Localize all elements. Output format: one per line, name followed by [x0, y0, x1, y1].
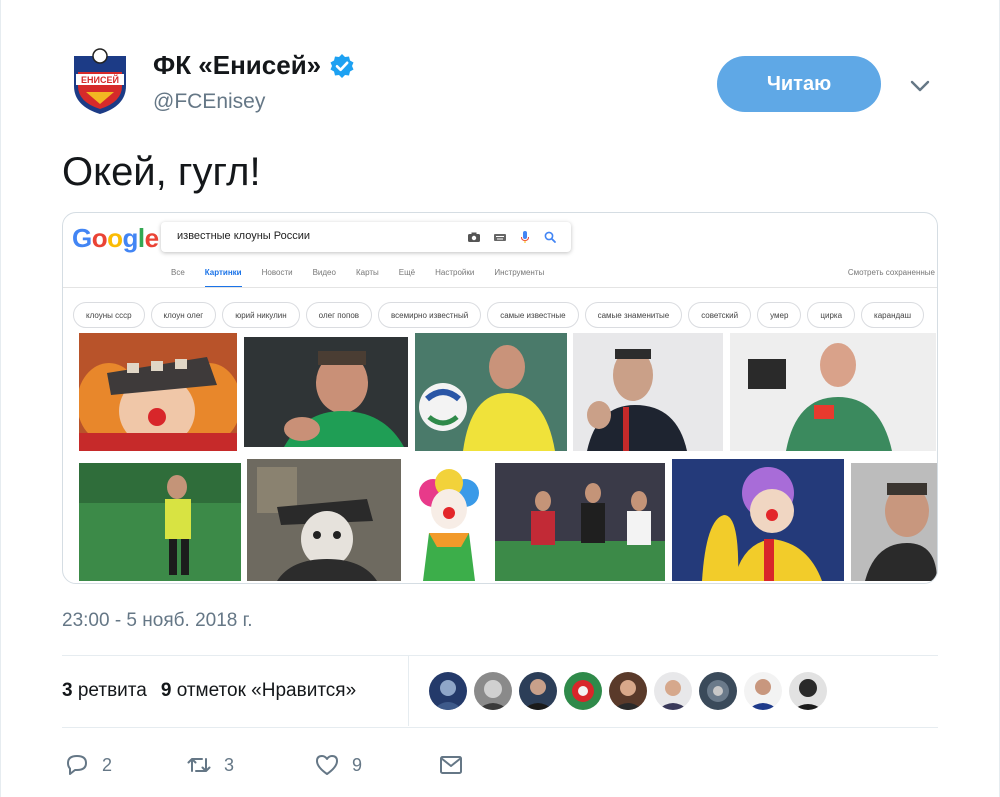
google-chip: цирка: [807, 302, 856, 328]
google-tabs: Все Картинки Новости Видео Карты Ещё Нас…: [171, 268, 564, 288]
likes-stat-label: отметок «Нравится»: [176, 680, 357, 701]
google-tab-maps: Карты: [355, 268, 379, 277]
result-image-referee-4: [79, 463, 241, 581]
retweet-icon: [187, 758, 211, 772]
google-divider: [63, 287, 937, 288]
microphone-icon: [521, 231, 529, 243]
result-image-referee-1: [244, 337, 408, 447]
result-image-clown-1: [79, 333, 237, 451]
like-button[interactable]: 9: [314, 752, 362, 778]
like-count: 9: [352, 754, 363, 775]
tweet-media-image[interactable]: Google известные клоуны России Все Карти…: [62, 212, 938, 584]
google-chip: юрий никулин: [222, 302, 300, 328]
crest-text: ЕНИСЕЙ: [81, 74, 119, 85]
chevron-down-icon[interactable]: [906, 72, 934, 100]
retweets-stat[interactable]: 3 ретвита: [62, 680, 147, 702]
result-image-football-1: [495, 463, 665, 581]
reply-count: 2: [102, 754, 113, 775]
google-tab-more: Ещё: [398, 268, 416, 277]
tweet-actions: 2 3 9: [62, 752, 482, 782]
liker-avatar[interactable]: [474, 672, 512, 710]
divider: [62, 727, 938, 728]
result-image-clown-2: [247, 459, 401, 581]
name-row: ФК «Енисей»: [153, 50, 355, 81]
likes-stat[interactable]: 9 отметок «Нравится»: [161, 680, 356, 702]
google-search-box: известные клоуны России: [161, 222, 571, 252]
liker-avatar[interactable]: [609, 672, 647, 710]
google-tab-video: Видео: [312, 268, 336, 277]
google-chip: олег попов: [305, 302, 373, 328]
google-saved-link: Смотреть сохраненные: [847, 268, 935, 277]
google-chip: умер: [757, 302, 802, 328]
liker-avatar[interactable]: [519, 672, 557, 710]
tweet-text: Окей, гугл!: [62, 150, 261, 194]
google-chip: всемирно известный: [378, 302, 482, 328]
retweets-stat-label: ретвита: [77, 680, 147, 701]
stats-divider: [408, 656, 409, 726]
liker-avatar[interactable]: [564, 672, 602, 710]
google-tab-settings: Настройки: [435, 268, 475, 277]
google-chip: клоун олег: [150, 302, 217, 328]
camera-icon: [468, 232, 480, 242]
tweet-timestamp[interactable]: 23:00 - 5 нояб. 2018 г.: [62, 610, 253, 632]
retweet-button[interactable]: 3: [186, 752, 234, 778]
handle[interactable]: @FCEnisey: [153, 90, 265, 114]
google-tab-news: Новости: [261, 268, 293, 277]
google-chip: советский: [688, 302, 752, 328]
avatar[interactable]: ЕНИСЕЙ: [62, 42, 138, 118]
google-chips: клоуны ссср клоун олег юрий никулин олег…: [73, 302, 925, 328]
retweets-stat-count: 3: [62, 680, 73, 701]
google-chip: самые знаменитые: [584, 302, 683, 328]
result-image-person-2: [851, 463, 937, 581]
google-chip: клоуны ссср: [73, 302, 145, 328]
liker-avatar[interactable]: [654, 672, 692, 710]
follow-button[interactable]: Читаю: [717, 56, 881, 112]
reply-icon: [67, 755, 87, 775]
heart-icon: [316, 755, 338, 775]
google-tab-all: Все: [171, 268, 185, 277]
liker-avatar[interactable]: [429, 672, 467, 710]
google-chip: самые известные: [487, 302, 579, 328]
likers-list: [429, 672, 827, 710]
liker-avatar[interactable]: [744, 672, 782, 710]
liker-avatar[interactable]: [699, 672, 737, 710]
tweet-stats: 3 ретвита 9 отметок «Нравится»: [62, 680, 356, 702]
google-logo: Google: [72, 223, 159, 253]
result-image-referee-2: [415, 333, 567, 451]
display-name[interactable]: ФК «Енисей»: [153, 50, 321, 81]
result-image-clown-4: [672, 459, 844, 581]
retweet-count: 3: [224, 754, 235, 775]
result-image-referee-3: [573, 333, 723, 451]
likes-stat-count: 9: [160, 680, 172, 701]
direct-message-button[interactable]: [438, 752, 464, 778]
result-image-clown-3: [409, 463, 489, 581]
divider: [62, 655, 938, 656]
google-search-query: известные клоуны России: [177, 230, 310, 242]
liker-avatar[interactable]: [789, 672, 827, 710]
keyboard-icon: [494, 234, 506, 241]
verified-badge-icon: [330, 53, 354, 78]
envelope-icon: [440, 756, 462, 774]
result-image-person-1: [730, 333, 936, 451]
search-icon: [544, 231, 556, 243]
reply-button[interactable]: 2: [64, 752, 112, 778]
google-tab-images: Картинки: [204, 268, 242, 288]
google-chip: карандаш: [861, 302, 925, 328]
google-tab-tools: Инструменты: [494, 268, 545, 277]
